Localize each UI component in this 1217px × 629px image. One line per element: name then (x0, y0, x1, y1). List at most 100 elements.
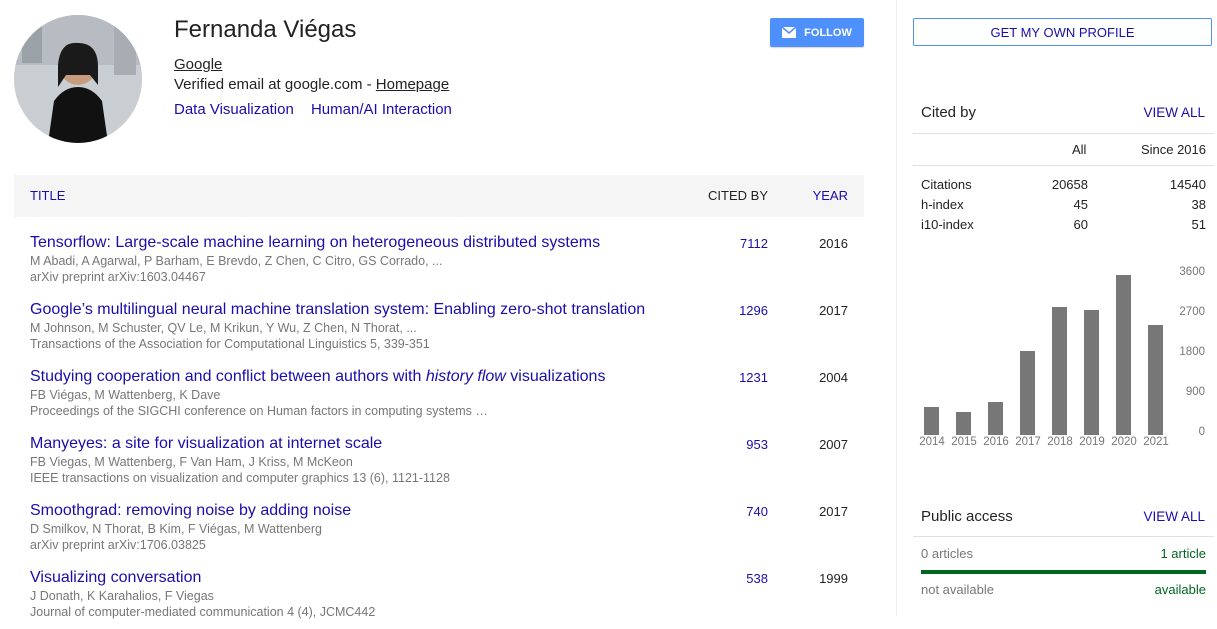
cited-by-count-link[interactable]: 953 (746, 437, 768, 452)
chart-x-tick-label: 2021 (1143, 436, 1169, 448)
articles-table-header: TITLE CITED BY YEAR (14, 175, 864, 217)
sort-by-title[interactable]: TITLE (30, 188, 65, 203)
metric-since: 14540 (1169, 177, 1206, 192)
interest-link[interactable]: Data Visualization (174, 101, 294, 118)
chart-y-tick-label: 3600 (1179, 266, 1205, 278)
article-year: 2017 (819, 303, 848, 318)
chart-x-tick-label: 2018 (1047, 436, 1073, 448)
article-authors: D Smilkov, N Thorat, B Kim, F Viégas, M … (30, 522, 322, 536)
chart-x-tick-label: 2015 (951, 436, 977, 448)
metric-all: 45 (1073, 197, 1088, 212)
cited-by-count-link[interactable]: 7112 (740, 236, 768, 251)
chart-y-tick-label: 0 (1198, 426, 1205, 438)
pa-available-count: 1 article (1160, 546, 1206, 561)
chart-y-tick-label: 900 (1185, 386, 1205, 398)
article-row: Manyeyes: a site for visualization at in… (30, 435, 848, 495)
article-year: 1999 (819, 571, 848, 586)
article-title-link[interactable]: Smoothgrad: removing noise by adding noi… (30, 502, 351, 520)
metric-label: i10-index (921, 217, 974, 232)
article-row: Visualizing conversation J Donath, K Kar… (30, 569, 848, 629)
article-row: Studying cooperation and conflict betwee… (30, 368, 848, 428)
article-venue: Transactions of the Association for Comp… (30, 337, 430, 351)
research-interests: Data Visualization Human/AI Interaction (174, 101, 465, 118)
email-line: Verified email at google.com - Homepage (174, 76, 449, 93)
article-authors: M Abadi, A Agarwal, P Barham, E Brevdo, … (30, 254, 443, 268)
follow-label: FOLLOW (804, 26, 852, 39)
homepage-link[interactable]: Homepage (376, 76, 449, 93)
envelope-icon (782, 27, 797, 38)
article-venue: Proceedings of the SIGCHI conference on … (30, 404, 488, 418)
chart-x-tick-label: 2019 (1079, 436, 1105, 448)
public-access-view-all-link[interactable]: VIEW ALL (1143, 509, 1205, 524)
article-venue: Journal of computer-mediated communicati… (30, 605, 376, 619)
sort-by-year[interactable]: YEAR (813, 188, 848, 203)
chart-x-tick-label: 2020 (1111, 436, 1137, 448)
citations-per-year-chart: 2014 2015 2016 2017 2018 2019 2020 2021 3600 2700… (913, 265, 1217, 455)
profile-name: Fernanda Viégas (174, 16, 357, 43)
divider (913, 133, 1214, 134)
cited-by-column-header: CITED BY (708, 188, 768, 203)
metric-since: 51 (1191, 217, 1206, 232)
chart-bar[interactable] (1148, 325, 1163, 435)
public-access-bar-fill (921, 570, 1206, 574)
article-authors: M Johnson, M Schuster, QV Le, M Krikun, … (30, 321, 417, 335)
chart-bar[interactable] (988, 402, 1003, 435)
article-year: 2017 (819, 504, 848, 519)
pa-not-available-count: 0 articles (921, 546, 974, 561)
cited-by-count-link[interactable]: 1296 (739, 303, 768, 318)
metric-all: 60 (1073, 217, 1088, 232)
column-divider (896, 0, 897, 616)
chart-bar[interactable] (1084, 310, 1099, 435)
follow-button[interactable]: FOLLOW (770, 18, 864, 47)
public-access-heading: Public access (921, 508, 1013, 525)
chart-y-tick-label: 1800 (1179, 346, 1205, 358)
article-year: 2004 (819, 370, 848, 385)
cited-by-count-link[interactable]: 1231 (739, 370, 768, 385)
metric-all: 20658 (1051, 177, 1088, 192)
pa-not-available-label: not available (921, 582, 994, 597)
affiliation-link[interactable]: Google (174, 56, 222, 73)
chart-bar[interactable] (1052, 307, 1067, 435)
interest-link[interactable]: Human/AI Interaction (311, 101, 452, 118)
chart-bar[interactable] (1116, 275, 1131, 435)
column-header-all: All (1072, 142, 1087, 157)
metric-label: h-index (921, 197, 964, 212)
article-venue: IEEE transactions on visualization and c… (30, 471, 450, 485)
divider (913, 165, 1214, 166)
article-title-link[interactable]: Studying cooperation and conflict betwee… (30, 368, 605, 386)
pa-available-label: available (1154, 582, 1206, 597)
profile-photo-image (14, 15, 142, 143)
cited-by-count-link[interactable]: 740 (746, 504, 768, 519)
article-row: Smoothgrad: removing noise by adding noi… (30, 502, 848, 562)
article-venue: arXiv preprint arXiv:1603.04467 (30, 270, 206, 284)
chart-bar[interactable] (1020, 351, 1035, 435)
article-title-link[interactable]: Visualizing conversation (30, 569, 201, 587)
chart-x-tick-label: 2014 (919, 436, 945, 448)
column-header-since: Since 2016 (1140, 142, 1206, 157)
get-my-own-profile-button[interactable]: GET MY OWN PROFILE (913, 18, 1212, 46)
article-title-link[interactable]: Google’s multilingual neural machine tra… (30, 301, 645, 319)
article-year: 2016 (819, 236, 848, 251)
divider (913, 536, 1214, 537)
chart-x-tick-label: 2016 (983, 436, 1009, 448)
cited-by-view-all-link[interactable]: VIEW ALL (1143, 105, 1205, 120)
verified-email-text: Verified email at google.com - (174, 76, 376, 93)
article-year: 2007 (819, 437, 848, 452)
chart-bar[interactable] (956, 412, 971, 435)
profile-photo (14, 15, 142, 143)
article-title-link[interactable]: Manyeyes: a site for visualization at in… (30, 435, 382, 453)
article-authors: J Donath, K Karahalios, F Viegas (30, 589, 214, 603)
article-row: Google’s multilingual neural machine tra… (30, 301, 848, 361)
article-title-link[interactable]: Tensorflow: Large-scale machine learning… (30, 234, 600, 252)
article-row: Tensorflow: Large-scale machine learning… (30, 234, 848, 294)
chart-x-tick-label: 2017 (1015, 436, 1041, 448)
metric-label: Citations (921, 177, 972, 192)
chart-bar[interactable] (924, 407, 939, 435)
article-venue: arXiv preprint arXiv:1706.03825 (30, 538, 206, 552)
metric-since: 38 (1191, 197, 1206, 212)
article-authors: FB Viegas, M Wattenberg, F Van Ham, J Kr… (30, 455, 353, 469)
chart-y-tick-label: 2700 (1179, 306, 1205, 318)
cited-by-heading: Cited by (921, 104, 977, 121)
article-authors: FB Viégas, M Wattenberg, K Dave (30, 388, 221, 402)
cited-by-count-link[interactable]: 538 (746, 571, 768, 586)
